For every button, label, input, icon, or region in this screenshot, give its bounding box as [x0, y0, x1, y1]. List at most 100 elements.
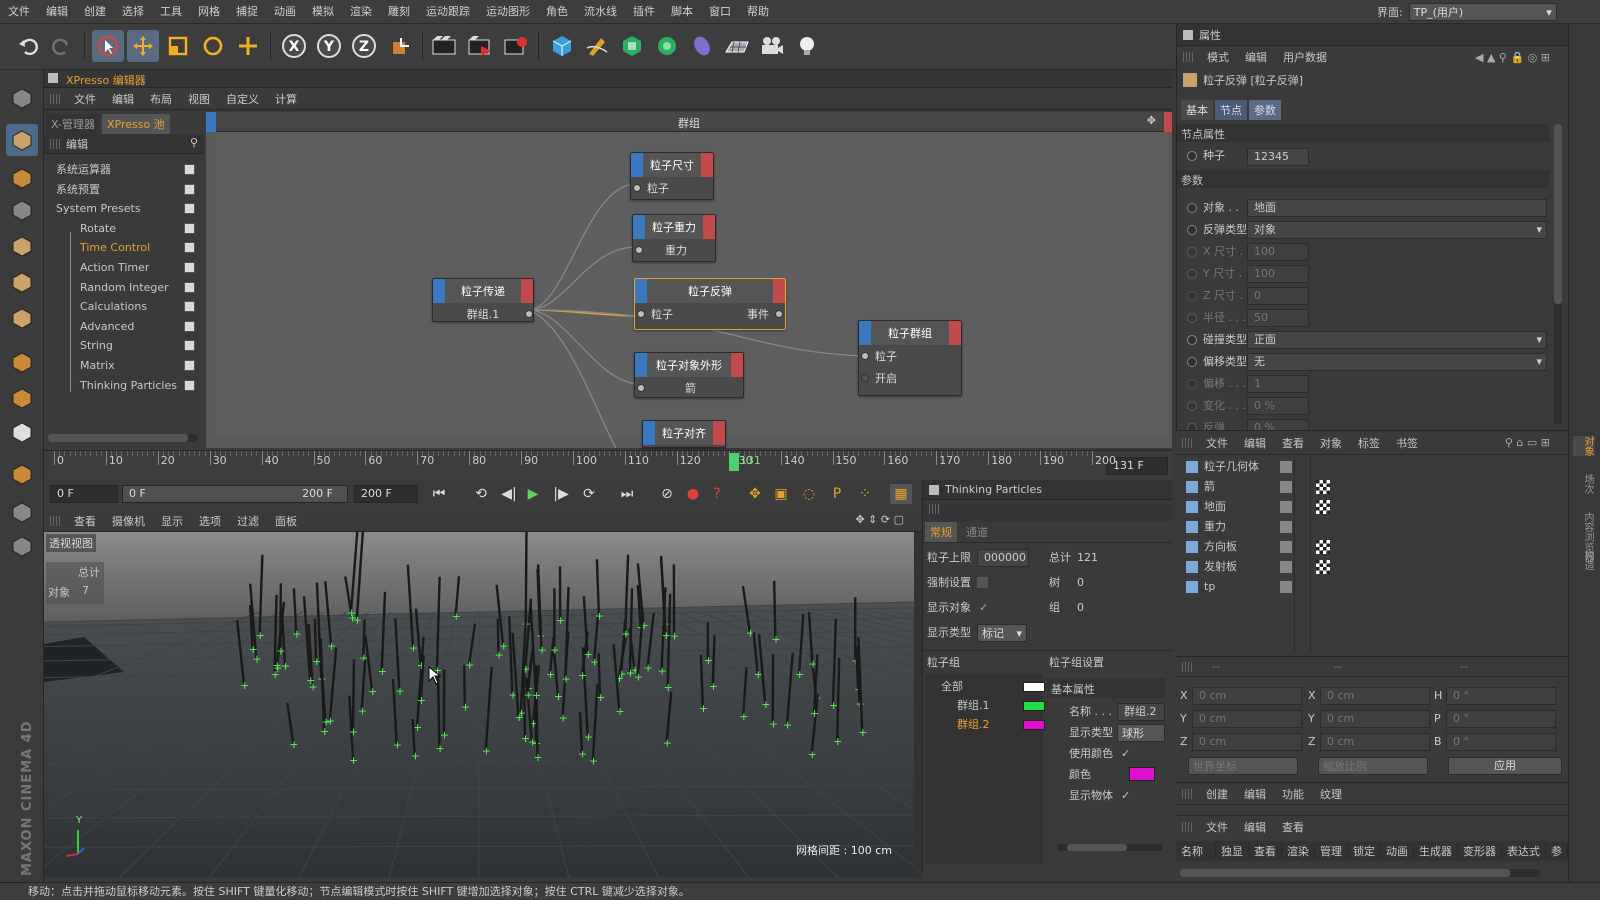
viewport-menu-item[interactable]: 选项 [191, 513, 229, 529]
tab-basic[interactable]: 基本 [1181, 100, 1213, 120]
menu-item[interactable]: 渲染 [342, 0, 380, 24]
grid-mode-icon[interactable] [6, 496, 38, 528]
layer-visibility-icon[interactable] [1280, 561, 1292, 573]
navigate-icon[interactable]: ✥ [1147, 114, 1156, 127]
attributes-nav-icons[interactable]: ◀ ▲ ⚲ 🔒 ◎ ⊞ [1467, 51, 1558, 64]
timeline-icon[interactable]: ▦ [890, 484, 912, 504]
param-radio[interactable] [1187, 225, 1197, 235]
show-object-checkbox[interactable]: ✓ [979, 597, 988, 619]
go-start-icon[interactable]: ⏮ [428, 484, 450, 504]
pool-item[interactable]: Calculations [80, 297, 147, 317]
name-field[interactable]: 群组.2 [1117, 703, 1165, 721]
param-field[interactable]: 100 [1247, 265, 1309, 283]
prev-frame-icon[interactable]: ◀| [498, 484, 520, 504]
keyframe-selection-icon[interactable]: ⊘ [656, 484, 678, 504]
pool-item[interactable]: Thinking Particles [80, 376, 177, 396]
xpresso-menu-item[interactable]: 视图 [180, 91, 218, 107]
param-radio[interactable] [1187, 313, 1197, 323]
menu-item[interactable]: 角色 [538, 0, 576, 24]
scale-tool-icon[interactable] [162, 30, 194, 62]
param-key-icon[interactable]: P [826, 484, 848, 504]
tab-x-manager[interactable]: X-管理器 [46, 114, 100, 134]
pool-item[interactable]: Advanced [80, 317, 134, 337]
tag-icon[interactable] [1316, 500, 1330, 514]
output-port[interactable] [775, 310, 783, 318]
tab-channel[interactable]: 通道 [961, 522, 993, 542]
workplane-icon[interactable] [6, 194, 38, 226]
object-menu-item[interactable]: 标签 [1350, 435, 1388, 451]
particle-group-item[interactable]: 群组.1 [957, 697, 1057, 715]
color-swatch[interactable] [1129, 767, 1155, 781]
layer-column-header[interactable]: 锁定 [1348, 843, 1381, 859]
snap-icon[interactable] [6, 416, 38, 448]
rotate-tool-icon[interactable] [197, 30, 229, 62]
render-view-icon[interactable] [428, 30, 460, 62]
settings-scrollbar[interactable] [1057, 844, 1163, 851]
coord-field[interactable]: 0 cm [1192, 687, 1302, 705]
next-key-icon[interactable]: ⟳ [578, 484, 600, 504]
end-frame-field[interactable]: 200 F [354, 485, 418, 503]
particle-group-item[interactable]: 群组.2 [957, 716, 1057, 734]
attributes-menu-item[interactable]: 模式 [1199, 49, 1237, 65]
xpresso-menu-item[interactable]: 编辑 [104, 91, 142, 107]
menu-item[interactable]: 帮助 [739, 0, 777, 24]
node-particle-bounce[interactable]: 粒子反弹 粒子 事件 [634, 278, 786, 330]
layer-visibility-icon[interactable] [1280, 481, 1292, 493]
attributes-scrollbar[interactable] [1554, 124, 1562, 424]
viewport-menu-item[interactable]: 过滤 [229, 513, 267, 529]
menu-item[interactable]: 工具 [152, 0, 190, 24]
play-icon[interactable]: ▶ [522, 484, 544, 504]
menu-item[interactable]: 创建 [76, 0, 114, 24]
menu-item[interactable]: 运动图形 [478, 0, 538, 24]
param-field[interactable]: 0 % [1247, 397, 1309, 415]
pool-item[interactable]: 系统预置 [56, 180, 100, 200]
apply-button[interactable]: 应用 [1448, 757, 1562, 775]
coord-field[interactable]: 0 cm [1320, 733, 1430, 751]
coord-field[interactable]: 0 cm [1192, 733, 1302, 751]
add-tool-icon[interactable] [232, 30, 264, 62]
layer-column-header[interactable]: 名称 [1176, 843, 1216, 859]
force-setting-checkbox[interactable] [977, 577, 988, 588]
material-menu-item[interactable]: 编辑 [1236, 786, 1274, 802]
y-axis-icon[interactable]: Y [313, 30, 345, 62]
points-mode-icon[interactable] [6, 230, 38, 262]
deformer-icon[interactable] [686, 30, 718, 62]
object-row[interactable]: 重力 [1186, 517, 1546, 537]
prev-key-icon[interactable]: ⟲ [470, 484, 492, 504]
attributes-menu-item[interactable]: 用户数据 [1275, 49, 1335, 65]
pool-item[interactable]: 系统运算器 [56, 160, 111, 180]
go-end-icon[interactable]: ⏭ [616, 484, 638, 504]
input-port[interactable] [635, 246, 643, 254]
seed-field[interactable]: 12345 [1247, 148, 1309, 166]
menu-item[interactable]: 网格 [190, 0, 228, 24]
tab-parameters[interactable]: 参数 [1249, 100, 1281, 120]
tag-icon[interactable] [1316, 560, 1330, 574]
object-menu-item[interactable]: 编辑 [1236, 435, 1274, 451]
object-menu-item[interactable]: 查看 [1274, 435, 1312, 451]
seed-radio[interactable] [1187, 151, 1197, 161]
material-menu-item[interactable]: 创建 [1198, 786, 1236, 802]
select-tool-icon[interactable] [92, 30, 124, 62]
pen-spline-icon[interactable] [581, 30, 613, 62]
param-radio[interactable] [1187, 203, 1197, 213]
redo-icon[interactable] [46, 30, 78, 62]
viewport-menu-item[interactable]: 查看 [66, 513, 104, 529]
perspective-viewport[interactable]: + + + + + + + + + + + + + + + + + + + + + + + + + + + + + + + + + + + + + + + +… [44, 532, 914, 878]
material-menu-item[interactable]: 功能 [1274, 786, 1312, 802]
right-tab[interactable]: 对象 [1573, 436, 1595, 456]
render-picture-viewer-icon[interactable] [464, 30, 496, 62]
object-row[interactable]: tp [1186, 577, 1546, 597]
param-field[interactable]: 1 [1247, 375, 1309, 393]
pool-item[interactable]: Random Integer [80, 278, 169, 298]
param-field[interactable]: 地面 [1247, 199, 1547, 217]
layer-visibility-icon[interactable] [1280, 521, 1292, 533]
object-menu-item[interactable]: 对象 [1312, 435, 1350, 451]
param-radio[interactable] [1187, 269, 1197, 279]
use-color-checkbox[interactable]: ✓ [1121, 743, 1130, 765]
param-radio[interactable] [1187, 357, 1197, 367]
polygons-mode-icon[interactable] [6, 302, 38, 334]
coordinate-system-icon[interactable] [385, 30, 417, 62]
param-radio[interactable] [1187, 335, 1197, 345]
light-icon[interactable] [791, 30, 823, 62]
coord-field[interactable]: 0 ° [1446, 687, 1556, 705]
